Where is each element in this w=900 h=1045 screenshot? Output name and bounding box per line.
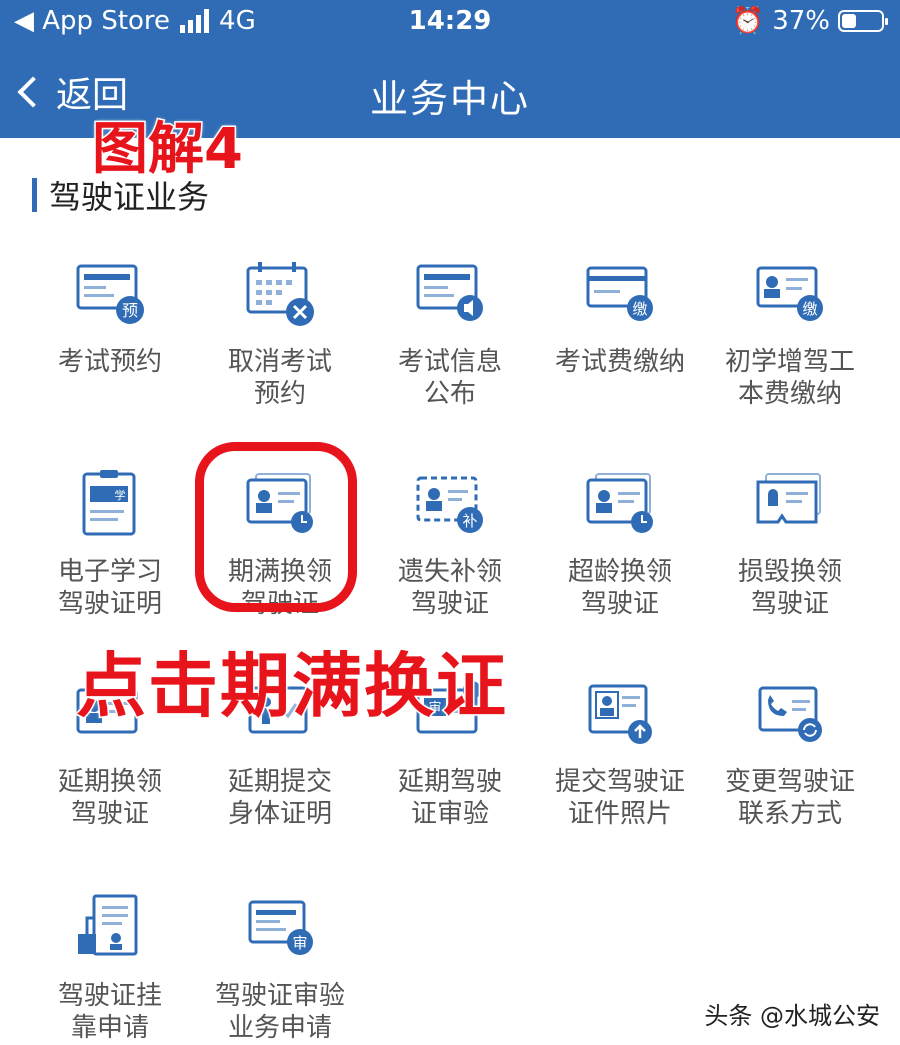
tile-label: 延期驾驶 bbox=[397, 767, 502, 797]
tile-label: 考试预约 bbox=[57, 347, 162, 377]
svg-text:缴: 缴 bbox=[632, 300, 647, 318]
tile-review-application[interactable]: 审 驾驶证审验 业务申请 bbox=[195, 892, 365, 1044]
tile-label: 本费缴纳 bbox=[737, 379, 842, 409]
calendar-cancel-icon bbox=[242, 258, 318, 334]
tile-change-contact[interactable]: 变更驾驶证 联系方式 bbox=[705, 678, 875, 830]
highlight-circle bbox=[195, 442, 357, 612]
tile-label: 取消考试 bbox=[227, 347, 332, 377]
tile-label: 驾驶证 bbox=[580, 589, 659, 619]
tile-label: 考试费缴纳 bbox=[554, 347, 685, 377]
tile-label: 超龄换领 bbox=[567, 557, 672, 587]
tile-label: 业务申请 bbox=[227, 1013, 332, 1043]
tile-submit-photo[interactable]: 提交驾驶证 证件照片 bbox=[535, 678, 705, 830]
phone-card-icon bbox=[752, 678, 828, 754]
section-title: 驾驶证业务 bbox=[49, 178, 210, 216]
svg-text:学: 学 bbox=[115, 488, 126, 502]
tile-label: 驾驶证审验 bbox=[214, 981, 345, 1011]
tile-label: 损毁换领 bbox=[737, 557, 842, 587]
svg-text:审: 审 bbox=[292, 934, 307, 952]
battery-percent: 37% bbox=[772, 6, 830, 36]
status-bar: ◀ App Store 4G 14:29 ⏰ 37% bbox=[0, 6, 900, 42]
tile-label: 联系方式 bbox=[737, 799, 842, 829]
tile-learner-fee[interactable]: 缴 初学增驾工 本费缴纳 bbox=[705, 258, 875, 410]
svg-text:缴: 缴 bbox=[802, 300, 817, 318]
battery-icon bbox=[838, 10, 888, 32]
alarm-clock-icon: ⏰ bbox=[731, 6, 765, 36]
watermark-text: 头条 @水城公安 bbox=[704, 1002, 880, 1030]
dashed-card-badge-icon: 补 bbox=[412, 468, 488, 544]
photo-upload-icon bbox=[582, 678, 658, 754]
card-badge-icon: 缴 bbox=[582, 258, 658, 334]
tile-label: 驾驶证挂 bbox=[57, 981, 162, 1011]
card-speaker-icon bbox=[412, 258, 488, 334]
tile-label: 驾驶证明 bbox=[57, 589, 162, 619]
tile-label: 变更驾驶证 bbox=[724, 767, 855, 797]
id-card-clock-icon bbox=[582, 468, 658, 544]
tile-e-learning-cert[interactable]: 学 电子学习 驾驶证明 bbox=[25, 468, 195, 620]
card-review-icon: 审 bbox=[242, 892, 318, 968]
tile-exam-fee[interactable]: 缴 考试费缴纳 bbox=[535, 258, 705, 378]
tile-exam-booking[interactable]: 预 考试预约 bbox=[25, 258, 195, 378]
tile-label: 驾驶证 bbox=[70, 799, 149, 829]
torn-card-icon bbox=[752, 468, 828, 544]
tile-label: 提交驾驶证 bbox=[554, 767, 685, 797]
tile-cancel-exam[interactable]: 取消考试 预约 bbox=[195, 258, 365, 410]
card-badge-icon: 预 bbox=[72, 258, 148, 334]
tile-label: 驾驶证 bbox=[750, 589, 829, 619]
id-card-badge-icon: 缴 bbox=[752, 258, 828, 334]
tile-label: 公布 bbox=[423, 379, 476, 409]
tile-label: 驾驶证 bbox=[410, 589, 489, 619]
tile-label: 初学增驾工 bbox=[724, 347, 855, 377]
tile-lost-replacement[interactable]: 补 遗失补领 驾驶证 bbox=[365, 468, 535, 620]
tile-affiliation-request[interactable]: 驾驶证挂 靠申请 bbox=[25, 892, 195, 1044]
tile-label: 延期换领 bbox=[57, 767, 162, 797]
tile-label: 延期提交 bbox=[227, 767, 332, 797]
tile-label: 遗失补领 bbox=[397, 557, 502, 587]
tile-label: 预约 bbox=[253, 379, 306, 409]
svg-text:补: 补 bbox=[462, 512, 477, 530]
tile-label: 考试信息 bbox=[397, 347, 502, 377]
tile-label: 电子学习 bbox=[57, 557, 162, 587]
annotation-instruction: 点击期满换证 bbox=[75, 644, 508, 729]
tile-label: 靠申请 bbox=[70, 1013, 149, 1043]
tile-label: 证审验 bbox=[410, 799, 489, 829]
clipboard-study-icon: 学 bbox=[72, 468, 148, 544]
document-person-icon bbox=[72, 892, 148, 968]
section-accent-bar bbox=[32, 178, 37, 212]
tile-over-age-renewal[interactable]: 超龄换领 驾驶证 bbox=[535, 468, 705, 620]
tile-label: 身体证明 bbox=[227, 799, 332, 829]
svg-text:预: 预 bbox=[122, 301, 138, 320]
tile-damaged-replacement[interactable]: 损毁换领 驾驶证 bbox=[705, 468, 875, 620]
tile-label: 证件照片 bbox=[567, 799, 672, 829]
tile-exam-info[interactable]: 考试信息 公布 bbox=[365, 258, 535, 410]
section-heading: 驾驶证业务 bbox=[32, 172, 209, 218]
